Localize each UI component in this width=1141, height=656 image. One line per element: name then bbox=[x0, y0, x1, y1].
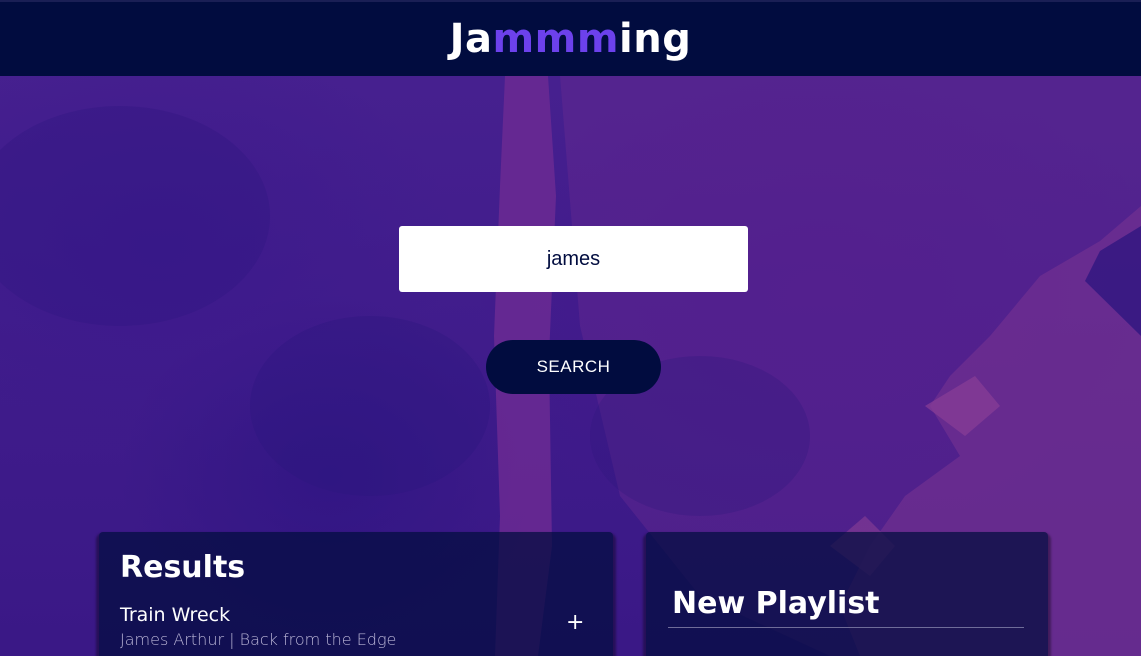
results-panel: Results Train Wreck James Arthur | Back … bbox=[99, 532, 613, 656]
add-track-button[interactable]: + bbox=[566, 612, 584, 634]
playlist-panel bbox=[646, 532, 1048, 656]
logo-suffix: ing bbox=[619, 16, 692, 62]
search-input[interactable] bbox=[399, 226, 748, 292]
track-name: Train Wreck bbox=[120, 604, 231, 626]
track-item: Train Wreck James Arthur | Back from the… bbox=[120, 604, 600, 649]
logo-prefix: Ja bbox=[449, 16, 493, 62]
app-logo: Jammming bbox=[450, 16, 692, 62]
playlist-name-input[interactable] bbox=[668, 586, 1024, 628]
search-button[interactable]: SEARCH bbox=[486, 340, 661, 394]
track-info: James Arthur | Back from the Edge bbox=[120, 630, 397, 649]
app-header: Jammming bbox=[0, 0, 1141, 76]
logo-accent: mmm bbox=[492, 16, 620, 62]
results-title: Results bbox=[120, 550, 246, 585]
